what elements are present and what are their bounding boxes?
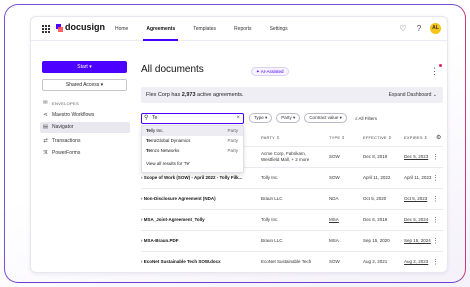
column-expires[interactable]: EXPIRES ⇕ <box>404 135 428 140</box>
document-name[interactable]: › MSA-Braun.PDF <box>141 238 179 244</box>
sidebar-item-navigator[interactable]: ▤ Navigator <box>40 122 130 133</box>
column-party[interactable]: PARTY ⇕ <box>261 135 280 140</box>
row-more-icon[interactable]: ⋮ <box>432 195 439 203</box>
type-cell: MSA <box>329 238 339 243</box>
suggestion-item[interactable]: Telly Inc. Party <box>142 126 243 136</box>
brand-mark-icon <box>56 23 63 32</box>
row-more-icon[interactable]: ⋮ <box>432 237 439 245</box>
agreements-banner: Flex Corp has 2,973 active agreements. E… <box>141 87 443 103</box>
nav-settings[interactable]: Settings <box>261 17 297 41</box>
effective-cell: Dec 6, 2019 <box>363 217 388 222</box>
sidebar-item-envelopes[interactable]: ✉ ENVELOPES <box>40 98 130 109</box>
expires-cell[interactable]: Oct 5, 2023 <box>404 196 427 202</box>
effective-cell: Oct 5, 2020 <box>363 196 387 201</box>
type-cell: NDA <box>329 196 339 201</box>
view-all-results-link[interactable]: View all results for 'Te' <box>142 159 243 169</box>
workflow-icon: ⋖ <box>43 112 48 118</box>
party-cell: EcoNet Sustainable Tech <box>261 259 312 264</box>
search-input[interactable]: ⚲ Te × <box>141 113 244 124</box>
row-more-icon[interactable]: ⋮ <box>432 258 439 266</box>
notification-dot <box>439 64 442 67</box>
all-filters-button[interactable]: ≡ All Filters <box>355 116 377 121</box>
transactions-icon: ⇄ <box>43 138 48 144</box>
app-window: docusign Home Agreements Templates Repor… <box>30 16 448 273</box>
row-more-icon[interactable]: ⋮ <box>432 216 439 224</box>
row-more-icon[interactable]: ⋮ <box>432 153 439 161</box>
navigator-icon: ▤ <box>42 124 49 130</box>
party-cell: Tolly Inc. <box>261 175 279 180</box>
avatar[interactable]: AL <box>430 23 441 34</box>
document-name[interactable]: › MSA_Joint-Agreement_Tolly <box>141 217 205 223</box>
effective-cell: Sep 15, 2020 <box>363 238 390 243</box>
nav-reports[interactable]: Reports <box>225 17 261 41</box>
brand-logo[interactable]: docusign <box>56 22 105 32</box>
envelope-icon: ✉ <box>43 100 48 106</box>
suggestion-item[interactable]: TerraGlobal Dynamics Party <box>142 136 243 146</box>
main-content: All documents ✦ AI-Assisted ⋮ Flex Corp … <box>133 41 447 272</box>
shared-access-button[interactable]: Shared Access ▾ <box>42 79 127 91</box>
expires-cell[interactable]: Dec 5, 2023 <box>404 154 428 160</box>
type-cell: SOW <box>329 154 340 159</box>
sidebar: Start ▾ Shared Access ▾ ✉ ENVELOPES ⋖ Maes… <box>31 41 133 272</box>
top-nav: Home Agreements Templates Reports Settin… <box>106 17 297 41</box>
filter-contract-value[interactable]: Contract value ▾ <box>304 113 347 123</box>
page-more-icon[interactable]: ⋮ <box>430 66 439 76</box>
column-effective[interactable]: EFFECTIVE ⇕ <box>363 135 392 140</box>
nav-agreements[interactable]: Agreements <box>137 17 184 41</box>
sidebar-item-transactions[interactable]: ⇄ Transactions <box>40 136 130 147</box>
party-cell: Braun LLC <box>261 196 283 201</box>
help-icon[interactable]: ? <box>414 24 424 34</box>
nav-home[interactable]: Home <box>106 17 137 41</box>
party-cell: Acme Corp, Fabrikam, Westfield Mall, + 2… <box>261 151 310 162</box>
top-icons: ♡ ? AL <box>398 23 441 34</box>
table-row[interactable]: › Non-Disclosure Agreement (NDA) Braun L… <box>141 188 443 209</box>
nav-templates[interactable]: Templates <box>184 17 225 41</box>
expires-cell[interactable]: Dec 5, 2024 <box>404 217 428 223</box>
document-name[interactable]: › EcoNet Sustainable Tech SOW.docx <box>141 259 221 265</box>
app-grid-icon[interactable] <box>42 25 50 33</box>
filter-type[interactable]: Type ▾ <box>249 113 273 123</box>
document-name[interactable]: › Scope of Work (SOW) - April 2022 - Tol… <box>141 175 242 181</box>
agreement-count: 2,973 <box>181 92 196 98</box>
column-type[interactable]: TYPE ⇕ <box>329 135 345 140</box>
clear-icon[interactable]: × <box>236 114 240 123</box>
document-name[interactable]: › Non-Disclosure Agreement (NDA) <box>141 196 216 202</box>
party-cell: Braun LLC <box>261 238 283 243</box>
expires-cell[interactable]: Aug 2, 2023 <box>404 259 428 265</box>
suggestion-item[interactable]: TeInzo Networks Party <box>142 146 243 156</box>
expand-dashboard-button[interactable]: Expand Dashboard ⌄ <box>389 87 437 103</box>
settings-icon[interactable]: ⚙ <box>436 134 442 141</box>
table-row[interactable]: › MSA-Braun.PDF Braun LLC MSA Sep 15, 20… <box>141 230 443 251</box>
powerforms-icon: ℜ <box>43 150 48 156</box>
sidebar-item-powerforms[interactable]: ℜ PowerForms <box>40 148 130 159</box>
type-cell: SOW <box>329 259 340 264</box>
ai-assisted-badge[interactable]: ✦ AI-Assisted <box>251 67 289 76</box>
type-cell: SOW <box>329 175 340 180</box>
table-row[interactable]: › EcoNet Sustainable Tech SOW.docx EcoNe… <box>141 251 443 272</box>
row-more-icon[interactable]: ⋮ <box>432 174 439 182</box>
page-title: All documents <box>141 64 204 75</box>
table-row[interactable]: › MSA_Joint-Agreement_Tolly Tolly Inc. M… <box>141 209 443 230</box>
expires-cell: April 11, 2023 <box>404 175 432 180</box>
start-button[interactable]: Start ▾ <box>42 61 127 73</box>
effective-cell: Aug 2, 2021 <box>363 259 388 264</box>
effective-cell: April 11, 2022 <box>363 175 391 180</box>
top-bar: docusign Home Agreements Templates Repor… <box>31 17 447 41</box>
expires-cell[interactable]: Sep 15, 2024 <box>404 238 431 244</box>
effective-cell: Dec 8, 2019 <box>363 154 388 159</box>
type-cell[interactable]: MSA <box>329 217 339 223</box>
filter-bar: Type ▾ Party ▾ Contract value ▾ ≡ All Fi… <box>249 113 377 123</box>
party-cell: Tolly Inc. <box>261 217 279 222</box>
search-suggestions: Telly Inc. Party TerraGlobal Dynamics Part… <box>141 125 244 173</box>
filter-party[interactable]: Party ▾ <box>276 113 301 123</box>
search-icon: ⚲ <box>144 115 149 121</box>
bell-icon[interactable]: ♡ <box>398 24 408 34</box>
sidebar-item-maestro-workflows[interactable]: ⋖ Maestro Workflows <box>40 110 130 121</box>
